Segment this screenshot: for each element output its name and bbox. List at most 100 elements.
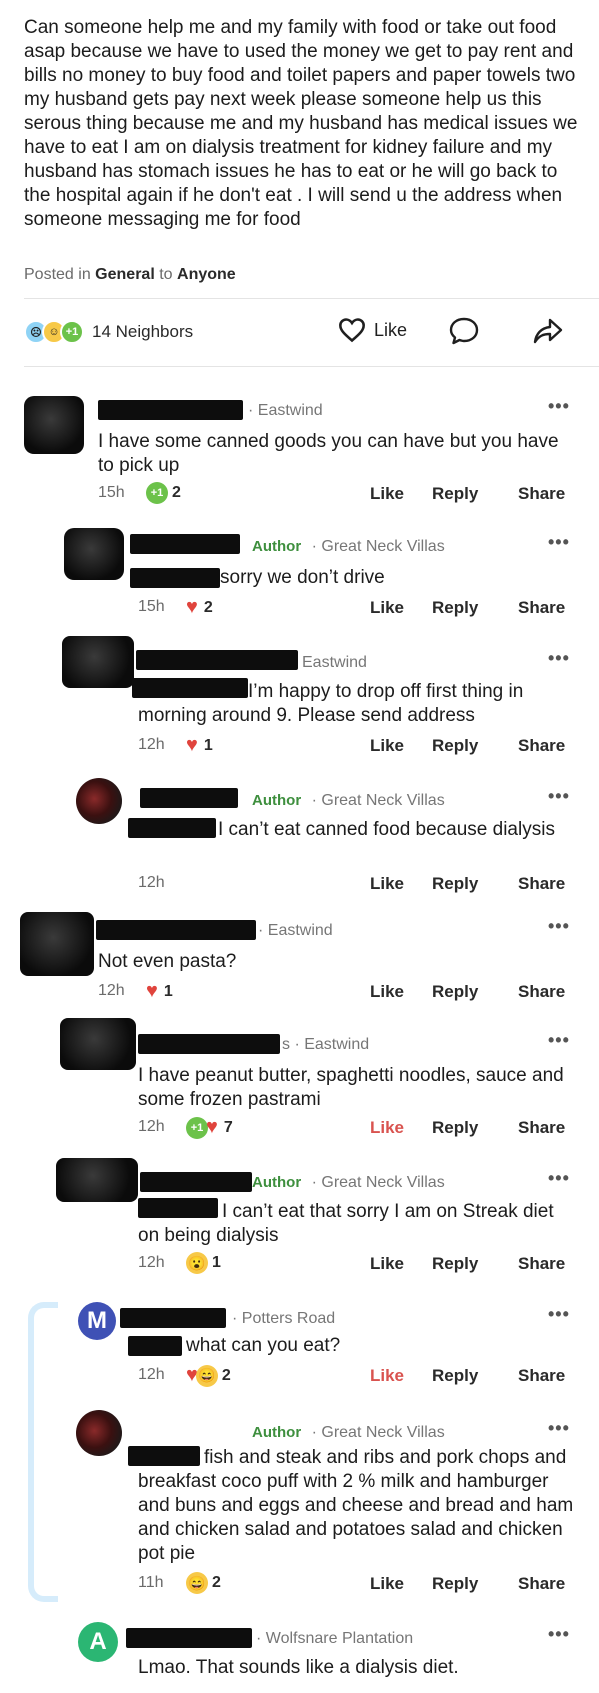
reply-button[interactable]: Reply — [432, 1574, 478, 1594]
avatar[interactable]: M — [78, 1302, 116, 1340]
share-button[interactable]: Share — [518, 874, 565, 894]
avatar[interactable] — [76, 778, 122, 824]
redacted-name — [126, 1628, 252, 1648]
comment-location: · Great Neck Villas — [311, 1174, 445, 1191]
more-icon[interactable]: ••• — [548, 786, 570, 807]
share-button[interactable]: Share — [518, 1574, 565, 1594]
reaction-count: 7 — [223, 1118, 233, 1136]
like-button[interactable]: Like — [370, 484, 404, 504]
comment-location: · Great Neck Villas — [311, 538, 445, 555]
reply-button[interactable]: Reply — [432, 1254, 478, 1274]
like-button[interactable]: Like — [370, 1366, 404, 1386]
share-button[interactable]: Share — [518, 1366, 565, 1386]
avatar[interactable] — [20, 912, 94, 976]
comment-location: · Eastwind — [258, 922, 333, 939]
comment-time: 11h — [138, 1574, 164, 1591]
post-share-button[interactable] — [532, 316, 564, 351]
comment-text: I can’t eat canned food because dialysis — [218, 819, 555, 840]
avatar[interactable]: A — [78, 1622, 118, 1662]
comment-reactions[interactable]: 😮 1 — [186, 1252, 221, 1274]
more-icon[interactable]: ••• — [548, 1418, 570, 1439]
comment-reactions[interactable]: ♥ 1 — [186, 734, 213, 757]
comment-meta: Author · Great Neck Villas — [252, 792, 445, 810]
comment-location: s · Eastwind — [282, 1036, 370, 1053]
comment-time: 12h — [138, 1366, 165, 1383]
post-like-label: Like — [374, 319, 408, 340]
redacted-name — [96, 920, 256, 940]
comment-reactions[interactable]: ♥ 😄 2 — [186, 1364, 231, 1387]
like-button[interactable]: Like — [370, 982, 404, 1002]
like-button[interactable]: Like — [370, 736, 404, 756]
more-icon[interactable]: ••• — [548, 1168, 570, 1189]
plus-one-icon: +1 — [60, 320, 84, 344]
post-like-button[interactable]: Like — [338, 317, 407, 343]
reply-button[interactable]: Reply — [432, 736, 478, 756]
divider — [24, 366, 599, 367]
comment-reactions[interactable]: +1 2 — [146, 482, 181, 504]
comment-time: 12h — [138, 1254, 165, 1271]
more-icon[interactable]: ••• — [548, 1304, 570, 1325]
like-button[interactable]: Like — [370, 874, 404, 894]
posted-in: Posted in General to Anyone — [24, 266, 236, 284]
redacted-name — [140, 1172, 252, 1192]
more-icon[interactable]: ••• — [548, 532, 570, 553]
avatar[interactable] — [60, 1018, 136, 1070]
share-button[interactable]: Share — [518, 484, 565, 504]
post-reactions[interactable]: ☹ ☺ +1 14 Neighbors — [24, 318, 193, 346]
like-button[interactable]: Like — [370, 1574, 404, 1594]
comment-meta: Author · Great Neck Villas — [252, 1424, 445, 1442]
avatar[interactable] — [64, 528, 124, 580]
comment-reactions[interactable]: +1 ♥ 7 — [186, 1116, 233, 1139]
redacted-name — [130, 534, 240, 554]
comment-reactions[interactable]: ♥ 2 — [186, 596, 213, 619]
avatar[interactable] — [24, 396, 84, 454]
post-comment-button[interactable] — [448, 316, 480, 351]
more-icon[interactable]: ••• — [548, 916, 570, 937]
more-icon[interactable]: ••• — [548, 1030, 570, 1051]
comment-text: I have some canned goods you can have bu… — [98, 431, 559, 476]
comment-text: I can’t eat that sorry I am on Streak di… — [138, 1201, 554, 1246]
author-badge: Author — [252, 1424, 302, 1441]
share-button[interactable]: Share — [518, 982, 565, 1002]
comment-reactions[interactable]: 😄 2 — [186, 1572, 221, 1594]
more-icon[interactable]: ••• — [548, 648, 570, 669]
more-icon[interactable]: ••• — [548, 1624, 570, 1645]
heart-icon: ♥ — [186, 734, 198, 756]
share-button[interactable]: Share — [518, 736, 565, 756]
like-button[interactable]: Like — [370, 1118, 404, 1138]
heart-icon: ♥ — [146, 980, 158, 1002]
comment-reactions[interactable]: ♥ 1 — [146, 980, 173, 1003]
redacted-name — [98, 400, 243, 420]
post-body: Can someone help me and my family with f… — [24, 17, 578, 230]
reply-button[interactable]: Reply — [432, 598, 478, 618]
avatar[interactable] — [76, 1410, 122, 1456]
comment-location: · Wolfsnare Plantation — [256, 1630, 414, 1647]
wow-icon: 😮 — [186, 1252, 208, 1274]
share-arrow-icon — [533, 318, 563, 344]
reply-button[interactable]: Reply — [432, 982, 478, 1002]
share-button[interactable]: Share — [518, 1254, 565, 1274]
posted-category[interactable]: General — [95, 266, 155, 283]
reply-button[interactable]: Reply — [432, 874, 478, 894]
share-button[interactable]: Share — [518, 598, 565, 618]
grin-icon: 😄 — [186, 1572, 208, 1594]
avatar[interactable] — [62, 636, 134, 688]
redacted-name — [128, 1336, 182, 1356]
author-badge: Author — [252, 1174, 302, 1191]
share-button[interactable]: Share — [518, 1118, 565, 1138]
like-button[interactable]: Like — [370, 598, 404, 618]
like-button[interactable]: Like — [370, 1254, 404, 1274]
reply-button[interactable]: Reply — [432, 1118, 478, 1138]
redacted-name — [136, 650, 298, 670]
comment-text: I have peanut butter, spaghetti noodles,… — [138, 1065, 564, 1110]
comment-time: 15h — [138, 598, 165, 615]
reaction-count: 1 — [203, 736, 213, 754]
comment-text: Lmao. That sounds like a dialysis diet. — [138, 1657, 459, 1678]
reply-button[interactable]: Reply — [432, 484, 478, 504]
speech-bubble-icon — [449, 317, 479, 345]
reply-button[interactable]: Reply — [432, 1366, 478, 1386]
neighbors-count[interactable]: 14 Neighbors — [92, 322, 193, 342]
posted-audience: Anyone — [177, 266, 236, 283]
avatar[interactable] — [56, 1158, 138, 1202]
more-icon[interactable]: ••• — [548, 396, 570, 417]
